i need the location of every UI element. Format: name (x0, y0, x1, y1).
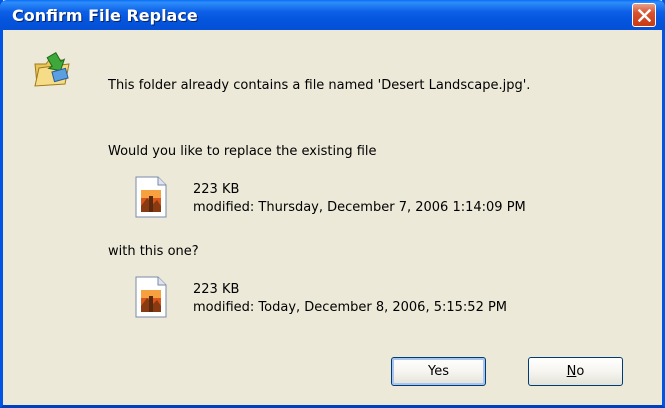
replacement-question: with this one? (108, 244, 199, 259)
existing-file-size: 223 KB (193, 182, 240, 197)
new-file-size: 223 KB (193, 282, 240, 297)
close-icon (638, 9, 651, 22)
no-button[interactable]: No (528, 357, 623, 386)
title-bar[interactable]: Confirm File Replace (0, 0, 665, 30)
yes-button[interactable]: Yes (391, 357, 486, 386)
replace-message: This folder already contains a file name… (108, 78, 531, 93)
new-file-modified: modified: Today, December 8, 2006, 5:15:… (193, 300, 508, 315)
folder-replace-icon (34, 52, 70, 87)
replace-question: Would you like to replace the existing f… (108, 144, 377, 159)
confirm-file-replace-dialog: Confirm File Replace This folder already… (0, 0, 665, 408)
image-file-icon (135, 276, 167, 318)
no-button-mnemonic: N (566, 364, 577, 379)
close-button[interactable] (632, 3, 656, 27)
window-title: Confirm File Replace (12, 6, 198, 25)
existing-file-modified: modified: Thursday, December 7, 2006 1:1… (193, 200, 526, 215)
image-file-icon (135, 176, 167, 218)
no-button-label-rest: o (576, 364, 585, 379)
